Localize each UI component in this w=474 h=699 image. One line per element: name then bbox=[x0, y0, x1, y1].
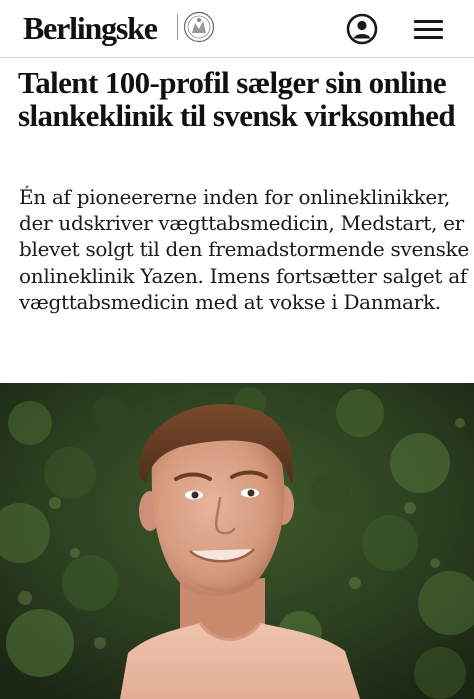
portrait-photo bbox=[0, 383, 474, 699]
menu-line bbox=[414, 28, 443, 31]
site-header: Berlingske bbox=[0, 0, 474, 58]
menu-line bbox=[414, 36, 443, 39]
site-logo[interactable]: Berlingske bbox=[23, 8, 158, 48]
article-headline[interactable]: Talent 100-profil sælger sin online slan… bbox=[18, 66, 458, 132]
berlingske-crest-icon bbox=[183, 11, 215, 43]
article-summary: Én af pioneererne inden for onlineklinik… bbox=[19, 185, 469, 314]
user-account-icon[interactable] bbox=[345, 12, 379, 46]
logo-divider bbox=[177, 14, 178, 40]
menu-line bbox=[414, 20, 443, 23]
hamburger-menu-icon[interactable] bbox=[410, 16, 446, 42]
article-hero-image[interactable] bbox=[0, 383, 474, 699]
